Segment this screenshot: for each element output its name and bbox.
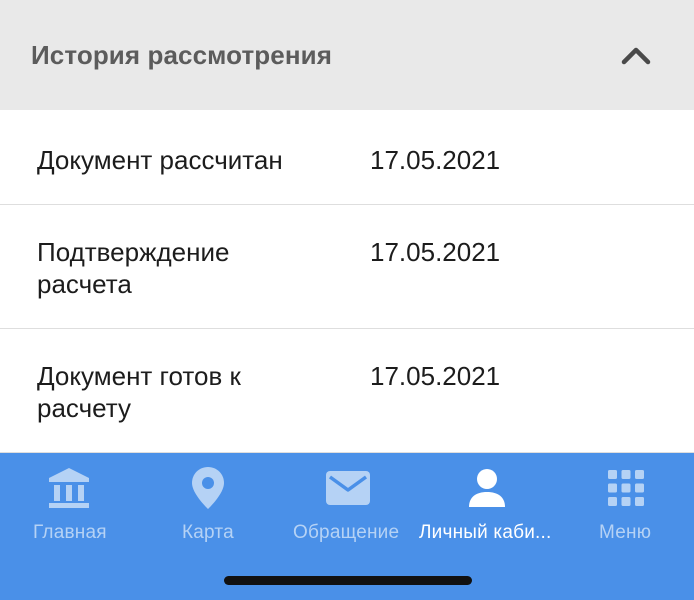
tab-profile[interactable]: Личный каби... xyxy=(419,453,554,553)
grid-icon xyxy=(607,465,645,511)
history-date: 17.05.2021 xyxy=(370,145,501,175)
tab-map[interactable]: Карта xyxy=(158,453,258,553)
tab-home[interactable]: Главная xyxy=(19,453,119,553)
history-status: Документ рассчитан xyxy=(37,145,283,175)
tab-label: Карта xyxy=(182,522,234,543)
section-title: История рассмотрения xyxy=(31,39,332,70)
person-icon xyxy=(467,465,507,511)
home-indicator[interactable] xyxy=(224,576,472,585)
tab-menu[interactable]: Меню xyxy=(575,453,675,553)
tab-label: Личный каби... xyxy=(419,522,552,543)
envelope-icon xyxy=(325,465,371,511)
history-date: 17.05.2021 xyxy=(370,237,501,267)
tab-label: Главная xyxy=(33,522,107,543)
tab-label: Меню xyxy=(599,522,652,543)
tab-label: Обращение xyxy=(293,522,400,543)
history-section-header[interactable]: История рассмотрения xyxy=(0,0,694,110)
history-row: Документ рассчитан 17.05.2021 xyxy=(0,110,694,205)
history-list: Документ рассчитан 17.05.2021 Подтвержде… xyxy=(0,110,694,453)
history-row: Подтверждение расчета 17.05.2021 xyxy=(0,205,694,329)
map-pin-icon xyxy=(191,465,225,511)
chevron-up-icon[interactable] xyxy=(620,39,652,71)
history-row: Документ готов к расчету 17.05.2021 xyxy=(0,329,694,453)
history-status: Подтверждение расчета xyxy=(37,237,230,299)
history-status: Документ готов к расчету xyxy=(37,361,241,423)
tab-appeal[interactable]: Обращение xyxy=(293,453,400,553)
building-icon xyxy=(47,465,91,511)
history-date: 17.05.2021 xyxy=(370,361,501,391)
